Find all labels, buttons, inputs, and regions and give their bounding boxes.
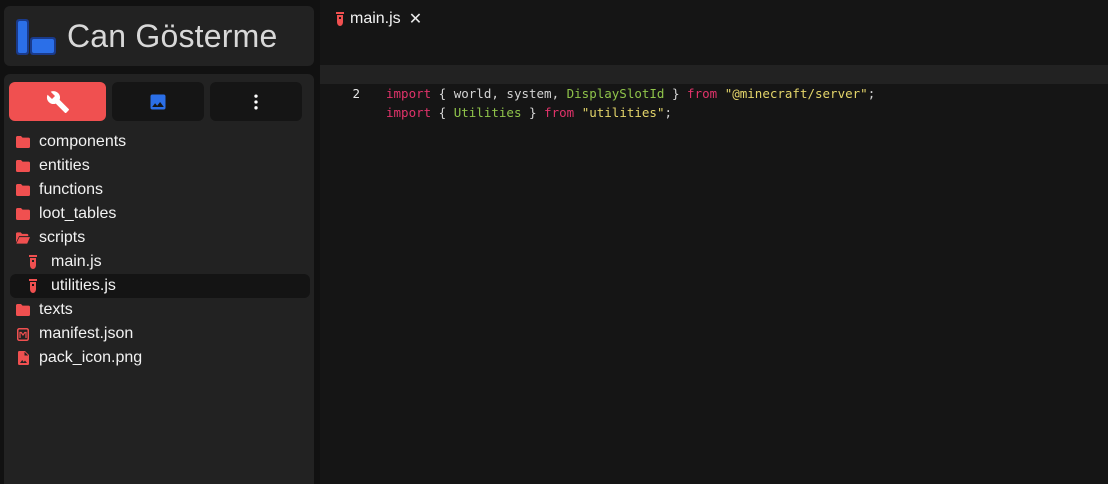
- tree-item-label: components: [39, 133, 127, 150]
- line-number: 2: [352, 86, 360, 101]
- line-content: import { world, system, DisplaySlotId } …: [386, 86, 876, 101]
- manifest-file-icon: [16, 327, 30, 341]
- tree-item-label: scripts: [39, 229, 86, 246]
- file-tree: components entities functions loot_table…: [4, 130, 314, 370]
- tree-item-loot-tables[interactable]: loot_tables: [8, 202, 310, 226]
- tree-item-functions[interactable]: functions: [8, 178, 310, 202]
- app-title: Can Gösterme: [67, 18, 278, 54]
- code-editor: main.js ✕ 1 import { world, system, Disp…: [320, 0, 1108, 484]
- code-line[interactable]: 1 import { world, system, DisplaySlotId …: [320, 46, 1108, 101]
- js-file-icon: [26, 279, 40, 293]
- folder-open-icon: [16, 231, 30, 245]
- more-vertical-icon: [254, 94, 258, 109]
- tree-item-label: functions: [39, 181, 104, 198]
- tree-item-components[interactable]: components: [8, 130, 310, 154]
- tools-button[interactable]: [9, 82, 106, 121]
- tree-item-label: pack_icon.png: [39, 349, 143, 366]
- line-content: import { Utilities } from "utilities";: [386, 105, 673, 120]
- folder-icon: [16, 183, 30, 197]
- folder-icon: [16, 303, 30, 317]
- tree-item-label: manifest.json: [39, 325, 134, 342]
- folder-icon: [16, 135, 30, 149]
- tab-main-js[interactable]: main.js ✕: [320, 0, 436, 38]
- folder-icon: [16, 207, 30, 221]
- editor-tabbar: main.js ✕: [320, 0, 436, 38]
- tree-item-label: entities: [39, 157, 90, 174]
- code-area[interactable]: 1 import { world, system, DisplaySlotId …: [320, 46, 1108, 120]
- tree-item-pack-icon-png[interactable]: pack_icon.png: [8, 346, 310, 370]
- wrench-icon: [46, 90, 69, 113]
- js-file-icon: [26, 255, 40, 269]
- tree-item-label: loot_tables: [39, 205, 117, 222]
- tree-item-scripts[interactable]: scripts: [8, 226, 310, 250]
- app-logo-icon: [16, 19, 56, 55]
- app-header: Can Gösterme: [4, 6, 314, 66]
- tab-label: main.js: [350, 10, 401, 27]
- explorer-toolbar: [9, 82, 302, 121]
- more-button[interactable]: [210, 82, 302, 121]
- tree-item-label: utilities.js: [51, 277, 116, 294]
- image-icon: [150, 94, 166, 109]
- sidebar: Can Gösterme components entities functio…: [0, 0, 320, 484]
- explorer-panel: components entities functions loot_table…: [4, 74, 314, 484]
- tree-item-entities[interactable]: entities: [8, 154, 310, 178]
- js-file-icon: [336, 12, 344, 26]
- tree-item-main-js[interactable]: main.js: [10, 250, 310, 274]
- code-line-current[interactable]: 2 import { Utilities } from "utilities";: [320, 65, 1108, 120]
- folder-icon: [16, 159, 30, 173]
- close-icon[interactable]: ✕: [409, 9, 422, 29]
- image-file-icon: [16, 351, 30, 365]
- tree-item-utilities-js[interactable]: utilities.js: [10, 274, 310, 298]
- tree-item-manifest-json[interactable]: manifest.json: [8, 322, 310, 346]
- tree-item-texts[interactable]: texts: [8, 298, 310, 322]
- tree-item-label: main.js: [51, 253, 102, 270]
- images-button[interactable]: [112, 82, 204, 121]
- tree-item-label: texts: [39, 301, 73, 318]
